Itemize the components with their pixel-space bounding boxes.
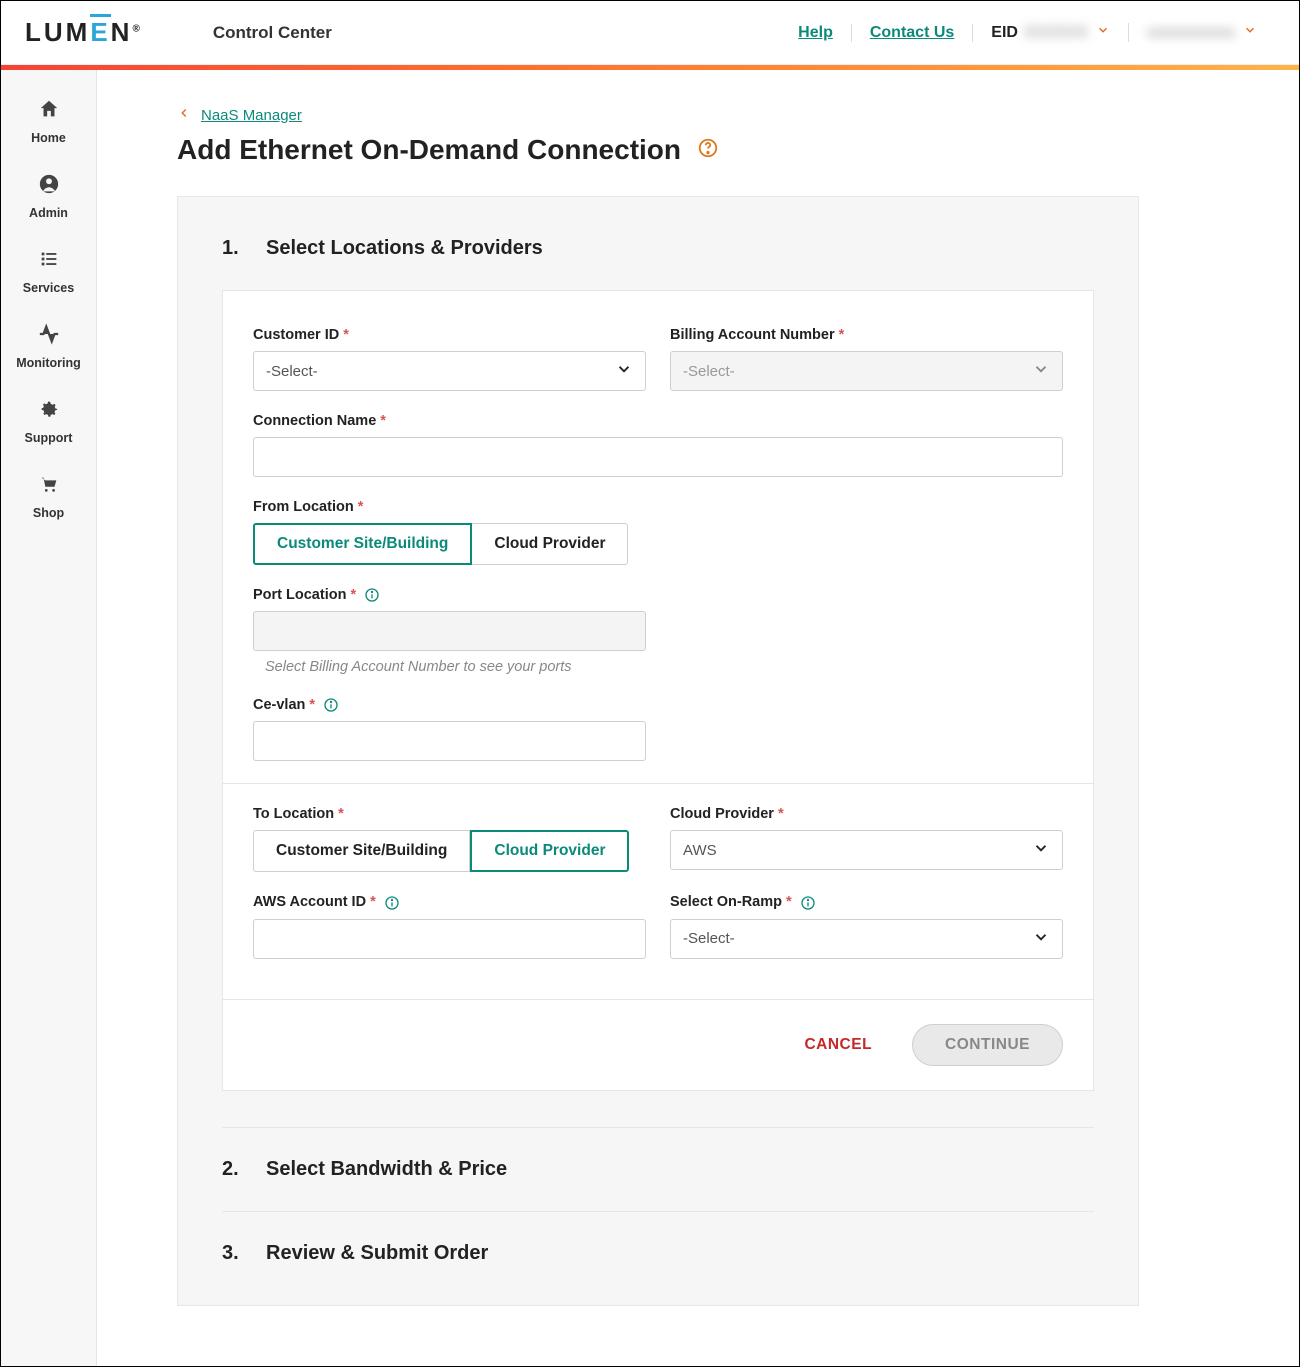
gear-icon xyxy=(38,398,60,425)
eid-dropdown[interactable]: EID XXXXXX xyxy=(973,23,1129,42)
info-icon[interactable] xyxy=(323,697,339,713)
card-footer: CANCEL CONTINUE xyxy=(223,999,1093,1090)
chevron-down-icon xyxy=(1096,23,1110,42)
step-2-row[interactable]: 2. Select Bandwidth & Price xyxy=(222,1127,1094,1211)
select-value: -Select- xyxy=(683,363,735,380)
cloud-provider-select[interactable]: AWS xyxy=(670,830,1063,870)
contact-link[interactable]: Contact Us xyxy=(852,24,973,42)
info-icon[interactable] xyxy=(384,895,400,911)
to-customer-site-button[interactable]: Customer Site/Building xyxy=(253,830,470,872)
from-customer-site-button[interactable]: Customer Site/Building xyxy=(253,523,472,565)
chevron-down-icon xyxy=(615,360,633,382)
to-location-label: To Location * xyxy=(253,806,646,822)
step-title: Select Bandwidth & Price xyxy=(266,1158,507,1181)
app-title: Control Center xyxy=(213,23,332,43)
sidebar-item-shop[interactable]: Shop xyxy=(1,461,96,536)
sidebar-item-admin[interactable]: Admin xyxy=(1,161,96,236)
eid-label: EID xyxy=(991,24,1018,42)
cevlan-label: Ce-vlan * xyxy=(253,697,646,713)
sidebar-item-monitoring[interactable]: Monitoring xyxy=(1,311,96,386)
onramp-select[interactable]: -Select- xyxy=(670,919,1063,959)
sidebar-item-label: Shop xyxy=(33,506,64,520)
aws-account-id-label: AWS Account ID * xyxy=(253,894,646,910)
sidebar-item-services[interactable]: Services xyxy=(1,236,96,311)
eid-value: XXXXXX xyxy=(1024,24,1088,42)
step-number: 2. xyxy=(222,1158,266,1181)
sidebar-item-home[interactable]: Home xyxy=(1,86,96,161)
main-content: NaaS Manager Add Ethernet On-Demand Conn… xyxy=(97,70,1299,1366)
select-value: -Select- xyxy=(266,363,318,380)
aws-account-id-input[interactable] xyxy=(253,919,646,959)
to-location-toggle: Customer Site/Building Cloud Provider xyxy=(253,830,646,872)
chevron-down-icon xyxy=(1032,928,1050,950)
sidebar-item-label: Admin xyxy=(29,206,68,220)
form-panel: 1. Select Locations & Providers Customer… xyxy=(177,196,1139,1306)
step-3-row[interactable]: 3. Review & Submit Order xyxy=(222,1211,1094,1295)
step-title: Select Locations & Providers xyxy=(266,237,543,260)
from-cloud-provider-button[interactable]: Cloud Provider xyxy=(472,523,628,565)
cart-icon xyxy=(38,473,60,500)
sidebar-item-label: Home xyxy=(31,131,66,145)
account-dropdown[interactable]: xxxxxxxxxxx xyxy=(1129,23,1275,42)
from-location-toggle: Customer Site/Building Cloud Provider xyxy=(253,523,1063,565)
user-icon xyxy=(38,173,60,200)
help-link[interactable]: Help xyxy=(780,24,852,42)
port-location-helper: Select Billing Account Number to see you… xyxy=(253,659,646,675)
select-value: AWS xyxy=(683,842,717,859)
chevron-left-icon xyxy=(177,106,191,124)
top-bar: LUMEN® Control Center Help Contact Us EI… xyxy=(1,1,1299,65)
connection-name-label: Connection Name * xyxy=(253,413,1063,429)
customer-id-label: Customer ID * xyxy=(253,327,646,343)
select-value: -Select- xyxy=(683,930,735,947)
account-value: xxxxxxxxxxx xyxy=(1147,24,1235,42)
sidebar-item-label: Support xyxy=(25,431,73,445)
continue-button[interactable]: CONTINUE xyxy=(912,1024,1063,1066)
activity-icon xyxy=(38,323,60,350)
sidebar-item-label: Services xyxy=(23,281,74,295)
ban-label: Billing Account Number * xyxy=(670,327,1063,343)
ban-select[interactable]: -Select- xyxy=(670,351,1063,391)
sidebar: Home Admin Services Monitoring Support S… xyxy=(1,70,97,1366)
home-icon xyxy=(38,98,60,125)
sidebar-item-support[interactable]: Support xyxy=(1,386,96,461)
chevron-down-icon xyxy=(1243,23,1257,42)
step-number: 1. xyxy=(222,237,266,260)
info-icon[interactable] xyxy=(800,895,816,911)
customer-id-select[interactable]: -Select- xyxy=(253,351,646,391)
step1-card: Customer ID * -Select- Billing Account N… xyxy=(222,290,1094,1091)
cloud-provider-label: Cloud Provider * xyxy=(670,806,1063,822)
help-circle-icon[interactable] xyxy=(697,137,719,164)
list-icon xyxy=(38,248,60,275)
connection-name-input[interactable] xyxy=(253,437,1063,477)
cancel-button[interactable]: CANCEL xyxy=(804,1036,872,1054)
step-number: 3. xyxy=(222,1242,266,1265)
page-title: Add Ethernet On-Demand Connection xyxy=(177,134,681,166)
to-cloud-provider-button[interactable]: Cloud Provider xyxy=(470,830,629,872)
port-location-input[interactable] xyxy=(253,611,646,651)
info-icon[interactable] xyxy=(364,587,380,603)
port-location-label: Port Location * xyxy=(253,587,646,603)
chevron-down-icon xyxy=(1032,360,1050,382)
onramp-label: Select On-Ramp * xyxy=(670,894,1063,910)
sidebar-item-label: Monitoring xyxy=(16,356,81,370)
from-location-label: From Location * xyxy=(253,499,1063,515)
breadcrumb: NaaS Manager xyxy=(177,106,1139,124)
divider xyxy=(223,783,1093,784)
cevlan-input[interactable] xyxy=(253,721,646,761)
breadcrumb-link[interactable]: NaaS Manager xyxy=(201,107,302,124)
logo: LUMEN® xyxy=(25,17,143,48)
step-title: Review & Submit Order xyxy=(266,1242,488,1265)
chevron-down-icon xyxy=(1032,839,1050,861)
